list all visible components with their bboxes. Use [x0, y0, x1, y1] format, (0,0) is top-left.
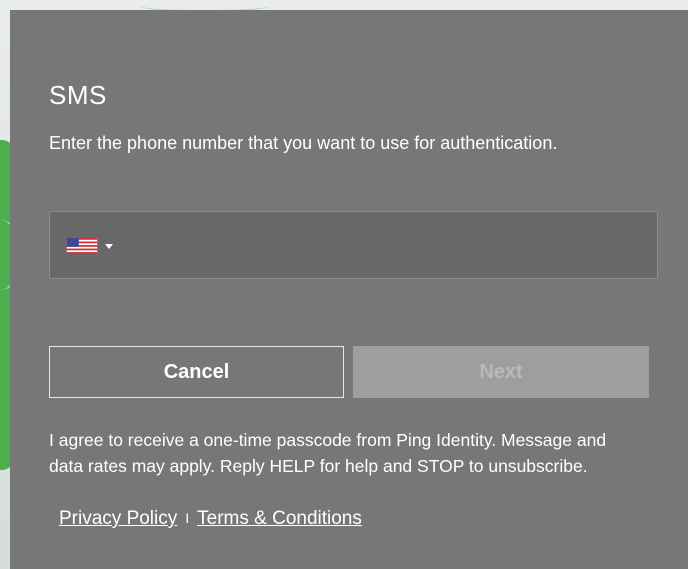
- sms-enrollment-modal: SMS Enter the phone number that you want…: [10, 10, 688, 569]
- cancel-button[interactable]: Cancel: [49, 346, 344, 398]
- privacy-policy-link[interactable]: Privacy Policy: [59, 508, 177, 529]
- country-code-dropdown[interactable]: [65, 236, 135, 256]
- us-flag-icon: [66, 238, 98, 254]
- modal-description: Enter the phone number that you want to …: [49, 133, 558, 153]
- link-separator: I: [185, 510, 190, 526]
- phone-number-input[interactable]: [140, 220, 649, 272]
- next-button[interactable]: Next: [353, 346, 649, 398]
- legal-links: Privacy Policy I Terms & Conditions: [59, 505, 362, 532]
- caret-down-icon: [105, 243, 113, 249]
- terms-conditions-link[interactable]: Terms & Conditions: [197, 508, 362, 529]
- phone-number-field[interactable]: [49, 211, 658, 279]
- modal-title: SMS: [49, 80, 107, 110]
- consent-text: I agree to receive a one-time passcode f…: [49, 430, 607, 476]
